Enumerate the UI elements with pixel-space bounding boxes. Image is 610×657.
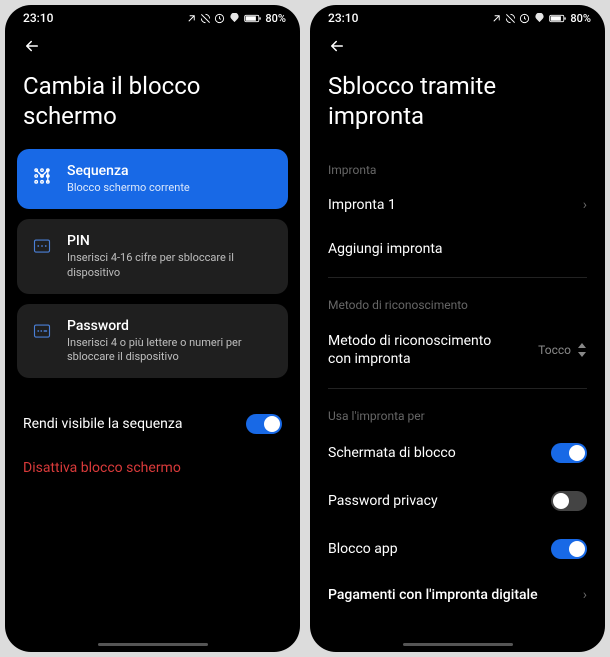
home-indicator	[403, 643, 513, 646]
recognition-method-label: Metodo di riconoscimento con impronta	[328, 332, 508, 368]
lockscreen-toggle[interactable]	[551, 443, 587, 463]
phone-left: 23:10 80% Cambia il blocco schermo Seque…	[5, 5, 300, 652]
lock-options-list: Sequenza Blocco schermo corrente PIN Ins…	[5, 149, 300, 378]
divider	[328, 388, 587, 389]
option-pin[interactable]: PIN Inserisci 4-16 cifre per sbloccare i…	[17, 219, 288, 294]
status-time: 23:10	[328, 11, 358, 25]
payments-label: Pagamenti con l'impronta digitale	[328, 587, 538, 603]
section-fingerprint: Impronta	[310, 149, 605, 183]
chevron-right-icon: ›	[583, 587, 587, 603]
status-icons: 80%	[491, 12, 591, 25]
section-method: Metodo di riconoscimento	[310, 284, 605, 318]
option-title: PIN	[67, 233, 274, 249]
page-title: Sblocco tramite impronta	[310, 67, 605, 149]
option-password[interactable]: Password Inserisci 4 o più lettere o num…	[17, 304, 288, 379]
back-arrow-icon	[326, 37, 348, 55]
chevron-right-icon: ›	[583, 197, 587, 213]
phone-right: 23:10 80% Sblocco tramite impronta Impro…	[310, 5, 605, 652]
payments-row[interactable]: Pagamenti con l'impronta digitale ›	[310, 573, 605, 617]
password-privacy-label: Password privacy	[328, 493, 438, 509]
applock-toggle[interactable]	[551, 539, 587, 559]
option-title: Password	[67, 318, 274, 334]
pin-icon	[31, 235, 53, 257]
home-indicator	[98, 643, 208, 646]
option-title: Sequenza	[67, 163, 274, 179]
applock-label: Blocco app	[328, 541, 398, 557]
applock-row[interactable]: Blocco app	[310, 525, 605, 573]
option-sequence[interactable]: Sequenza Blocco schermo corrente	[17, 149, 288, 209]
back-button[interactable]	[5, 27, 300, 67]
password-privacy-row[interactable]: Password privacy	[310, 477, 605, 525]
lockscreen-label: Schermata di blocco	[328, 445, 456, 461]
recognition-method-value: Tocco	[538, 343, 587, 357]
password-icon	[31, 320, 53, 342]
visible-pattern-label: Rendi visibile la sequenza	[23, 416, 182, 432]
option-sub: Inserisci 4 o più lettere o numeri per s…	[67, 336, 274, 365]
add-fingerprint-row[interactable]: Aggiungi impronta	[310, 227, 605, 271]
option-sub: Inserisci 4-16 cifre per sbloccare il di…	[67, 251, 274, 280]
pattern-icon	[31, 165, 53, 187]
lockscreen-row[interactable]: Schermata di blocco	[310, 429, 605, 477]
status-bar: 23:10 80%	[310, 5, 605, 27]
page-title: Cambia il blocco schermo	[5, 67, 300, 149]
status-time: 23:10	[23, 11, 53, 25]
fingerprint-1-label: Impronta 1	[328, 197, 396, 213]
section-use-for: Usa l'impronta per	[310, 395, 605, 429]
option-sub: Blocco schermo corrente	[67, 181, 274, 195]
status-bar: 23:10 80%	[5, 5, 300, 27]
back-arrow-icon	[21, 37, 43, 55]
back-button[interactable]	[310, 27, 605, 67]
divider	[328, 277, 587, 278]
disable-lock-button[interactable]: Disattiva blocco schermo	[5, 448, 300, 488]
visible-pattern-toggle[interactable]	[246, 414, 282, 434]
add-fingerprint-label: Aggiungi impronta	[328, 241, 443, 257]
updown-icon	[577, 343, 587, 357]
visible-pattern-row[interactable]: Rendi visibile la sequenza	[5, 400, 300, 448]
fingerprint-1-row[interactable]: Impronta 1 ›	[310, 183, 605, 227]
recognition-method-row[interactable]: Metodo di riconoscimento con impronta To…	[310, 318, 605, 382]
status-icons: 80%	[186, 12, 286, 25]
password-privacy-toggle[interactable]	[551, 491, 587, 511]
